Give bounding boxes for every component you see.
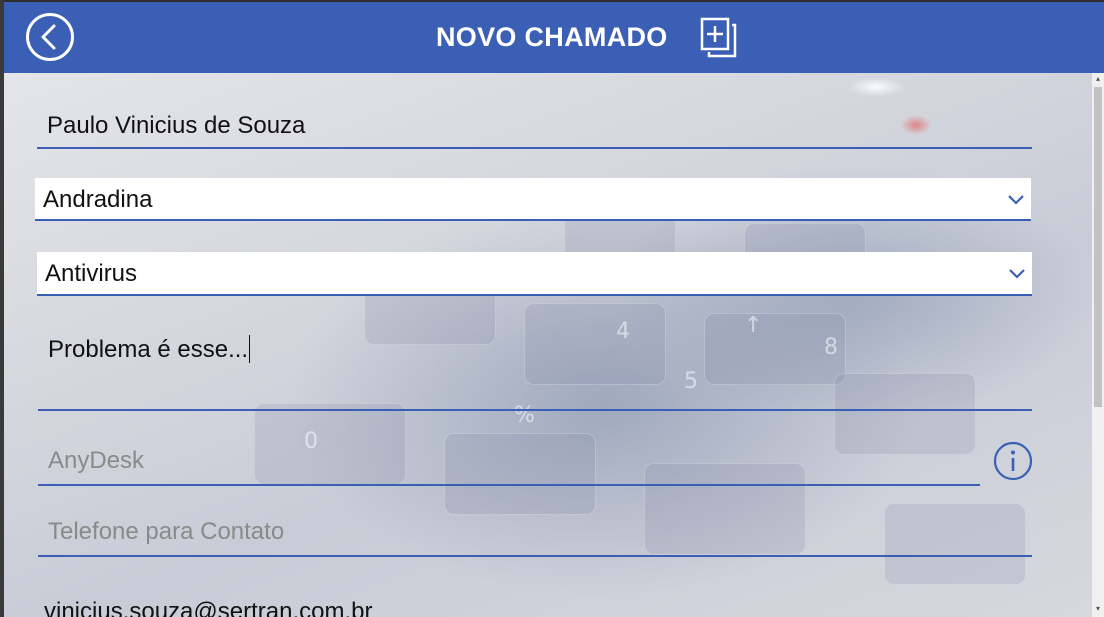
scroll-down-arrow-icon[interactable]: ▾ <box>1094 605 1102 613</box>
back-arrow-circle-icon <box>41 24 56 50</box>
anydesk-field[interactable]: AnyDesk <box>38 437 980 486</box>
problem-description-value: Problema é esse... <box>48 335 251 364</box>
vertical-scrollbar[interactable]: ▴ ▾ <box>1092 73 1104 617</box>
email-value: vinicius.souza@sertran.com.br <box>44 598 373 617</box>
scroll-thumb[interactable] <box>1094 87 1102 407</box>
category-dropdown-value: Antivirus <box>45 260 138 287</box>
email-field[interactable]: vinicius.souza@sertran.com.br <box>38 590 1032 617</box>
window-left-edge <box>0 0 4 617</box>
text-cursor <box>249 335 251 363</box>
category-dropdown[interactable]: Antivirus <box>37 252 1032 296</box>
header-top-border <box>0 0 1104 2</box>
phone-field[interactable]: Telefone para Contato <box>38 508 1032 557</box>
header-bar: NOVO CHAMADO <box>0 0 1104 73</box>
phone-placeholder: Telefone para Contato <box>48 518 285 545</box>
city-dropdown[interactable]: Andradina <box>35 178 1031 221</box>
chevron-down-icon <box>1008 195 1024 205</box>
add-document-icon[interactable] <box>700 17 738 59</box>
name-field-value: Paulo Vinicius de Souza <box>47 112 306 139</box>
chevron-down-icon <box>1009 269 1025 279</box>
problem-description-text: Problema é esse... <box>48 336 249 363</box>
problem-description-field[interactable]: Problema é esse... <box>38 320 1032 411</box>
page-title: NOVO CHAMADO <box>436 22 668 52</box>
anydesk-placeholder: AnyDesk <box>48 447 145 474</box>
back-button[interactable] <box>26 13 74 61</box>
city-dropdown-value: Andradina <box>43 186 153 213</box>
info-icon[interactable] <box>993 441 1033 481</box>
name-field[interactable]: Paulo Vinicius de Souza <box>37 102 1032 149</box>
scroll-up-arrow-icon[interactable]: ▴ <box>1094 75 1102 83</box>
app-window: 4 5 8 % 0 ↑ NOVO CHAMADO ▴ ▾ Paulo Vinic… <box>0 0 1104 617</box>
